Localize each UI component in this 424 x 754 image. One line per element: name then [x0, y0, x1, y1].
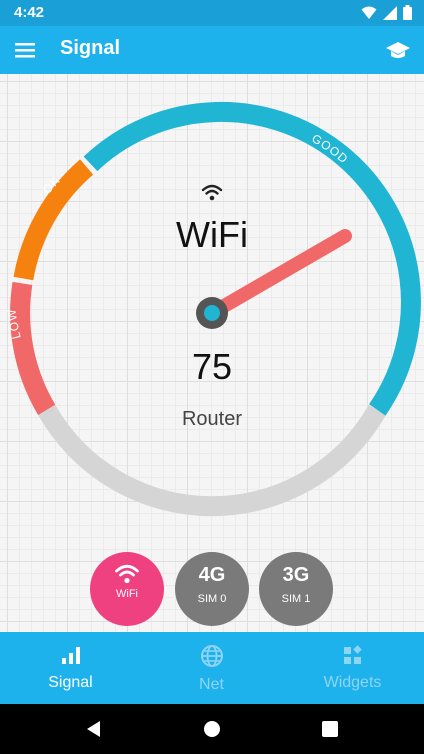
4g-button-sim-label: SIM 0: [197, 593, 227, 605]
nav-label-signal: Signal: [48, 674, 93, 691]
main-content: LOW OK GOOD WiFi 75 Router WiFi 4G SIM 0…: [0, 74, 424, 632]
status-time: 4:42: [14, 4, 45, 21]
wifi-mode-icon: [201, 184, 223, 201]
tutorial-button[interactable]: [384, 36, 412, 64]
signal-bars-icon: [61, 647, 80, 664]
widgets-icon: [343, 645, 362, 664]
recents-icon[interactable]: [320, 719, 340, 739]
home-icon[interactable]: [202, 719, 222, 739]
needle-hub-center: [204, 305, 220, 321]
app-title: Signal: [60, 37, 121, 59]
app-bar: Signal: [0, 26, 424, 74]
3g-network-button[interactable]: 3G SIM 1: [259, 552, 333, 626]
menu-button[interactable]: [10, 34, 42, 66]
status-icons: [361, 5, 412, 20]
nav-label-widgets: Widgets: [323, 674, 382, 691]
3g-button-sim-label: SIM 1: [281, 593, 311, 605]
4g-network-button[interactable]: 4G SIM 0: [175, 552, 249, 626]
nav-item-widgets[interactable]: Widgets: [282, 632, 423, 704]
signal-source-label: Router: [181, 408, 243, 430]
back-icon[interactable]: [84, 719, 104, 739]
signal-value: 75: [191, 346, 233, 387]
3g-button-title: 3G: [282, 564, 310, 586]
battery-icon: [403, 5, 412, 20]
connection-mode-label: WiFi: [176, 214, 248, 255]
gauge-zone-low: [10, 281, 56, 416]
bottom-navigation: Signal Net Widgets: [0, 632, 424, 704]
nav-label-net: Net: [199, 676, 224, 693]
wifi-status-icon: [361, 6, 377, 19]
wifi-icon: [115, 564, 139, 584]
wifi-network-button[interactable]: WiFi: [90, 552, 164, 626]
4g-button-title: 4G: [198, 564, 226, 586]
system-navigation-bar: [0, 704, 424, 754]
signal-gauge: LOW OK GOOD: [4, 101, 421, 517]
status-bar: 4:42: [0, 0, 424, 26]
nav-item-signal[interactable]: Signal: [0, 632, 141, 704]
cell-signal-icon: [383, 5, 397, 20]
wifi-button-label: WiFi: [116, 588, 138, 600]
globe-icon: [200, 645, 223, 667]
graduation-cap-icon: [386, 42, 410, 58]
hamburger-icon: [15, 43, 35, 58]
nav-item-net[interactable]: Net: [141, 632, 282, 704]
